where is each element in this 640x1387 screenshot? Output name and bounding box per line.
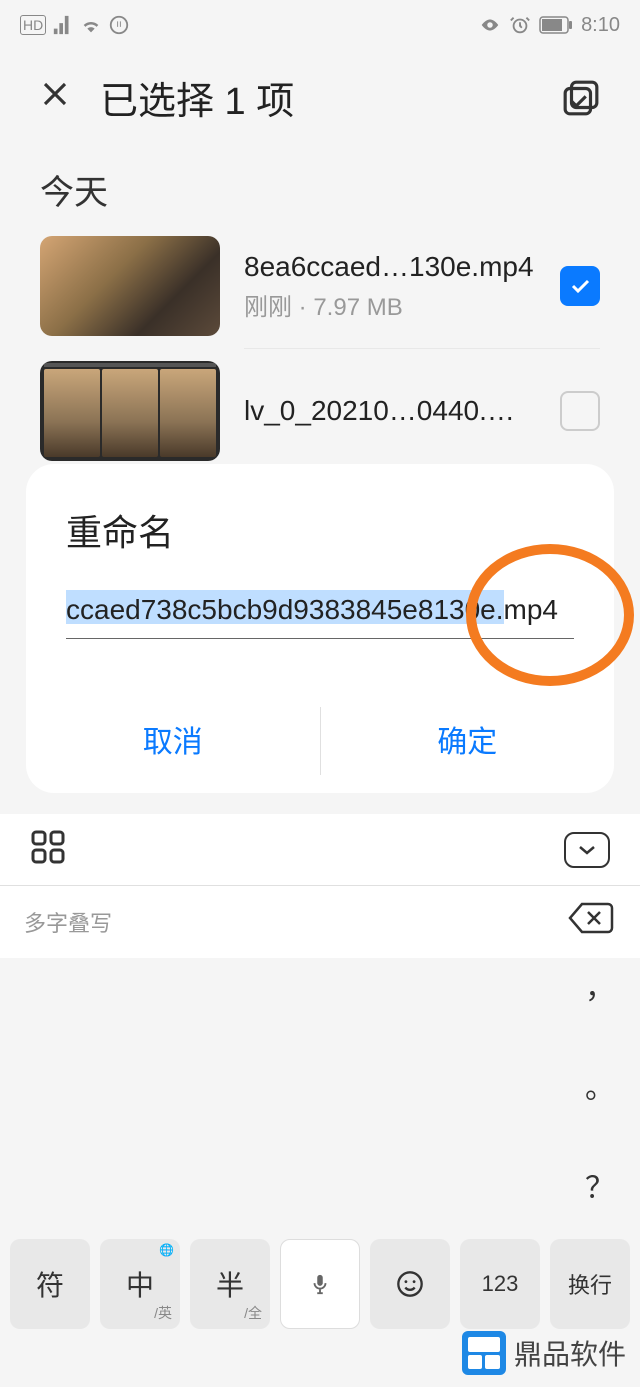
confirm-button[interactable]: 确定 — [321, 689, 615, 793]
question-key[interactable]: ？ — [585, 1160, 615, 1210]
hand-icon — [108, 14, 130, 36]
file-meta: 刚刚 · 7.97 MB — [244, 287, 536, 322]
header-title: 已选择 1 项 — [100, 70, 532, 125]
comma-key[interactable]: ， — [585, 960, 615, 1010]
signal-icon — [52, 14, 74, 36]
clock-time: 8:10 — [581, 14, 620, 37]
globe-icon: 🌐 — [159, 1243, 174, 1257]
status-left: HD — [20, 14, 130, 36]
space-key[interactable] — [280, 1239, 360, 1329]
keyboard-collapse-button[interactable] — [564, 832, 610, 868]
backspace-key[interactable] — [568, 900, 616, 936]
file-checkbox[interactable] — [560, 266, 600, 306]
alarm-icon — [509, 14, 531, 36]
battery-icon — [539, 16, 573, 34]
video-thumbnail — [40, 361, 220, 461]
symbol-key[interactable]: 符 — [10, 1239, 90, 1329]
file-name: lv_0_20210…0440.mp4 — [244, 395, 536, 427]
file-item[interactable]: 8ea6ccaed…130e.mp4 刚刚 · 7.97 MB — [0, 224, 640, 348]
watermark-logo — [462, 1331, 506, 1375]
smile-icon — [396, 1270, 424, 1298]
file-item[interactable]: lv_0_20210…0440.mp4 — [0, 349, 640, 473]
rename-input[interactable] — [66, 586, 574, 639]
period-key[interactable]: 。 — [585, 1060, 615, 1110]
keyboard-bottom-row: 符 中 🌐 /英 半 /全 123 换行 — [0, 1239, 640, 1329]
status-right: 8:10 — [479, 14, 620, 37]
video-thumbnail — [40, 236, 220, 336]
selection-header: 已选择 1 项 — [0, 50, 640, 145]
keyboard-hint: 多字叠写 — [0, 886, 640, 958]
hd-icon: HD — [20, 15, 46, 35]
number-key[interactable]: 123 — [460, 1239, 540, 1329]
keyboard-area: 多字叠写 — [0, 886, 640, 958]
file-checkbox[interactable] — [560, 391, 600, 431]
keyboard-grid-icon[interactable] — [30, 829, 66, 870]
dialog-title: 重命名 — [26, 504, 614, 586]
close-button[interactable] — [40, 76, 70, 119]
watermark-text: 鼎品软件 — [514, 1333, 626, 1373]
section-today: 今天 — [0, 145, 640, 224]
keyboard-toolbar — [0, 814, 640, 886]
rename-dialog: 重命名 取消 确定 — [26, 464, 614, 793]
status-bar: HD 8:10 — [0, 0, 640, 50]
file-name: 8ea6ccaed…130e.mp4 — [244, 251, 536, 283]
mic-icon — [309, 1269, 331, 1299]
enter-key[interactable]: 换行 — [550, 1239, 630, 1329]
eye-icon — [479, 14, 501, 36]
wifi-icon — [80, 14, 102, 36]
language-key[interactable]: 中 🌐 /英 — [100, 1239, 180, 1329]
select-all-button[interactable] — [562, 79, 600, 117]
emoji-key[interactable] — [370, 1239, 450, 1329]
cancel-button[interactable]: 取消 — [26, 689, 320, 793]
width-key[interactable]: 半 /全 — [190, 1239, 270, 1329]
watermark: 鼎品软件 — [462, 1331, 626, 1375]
